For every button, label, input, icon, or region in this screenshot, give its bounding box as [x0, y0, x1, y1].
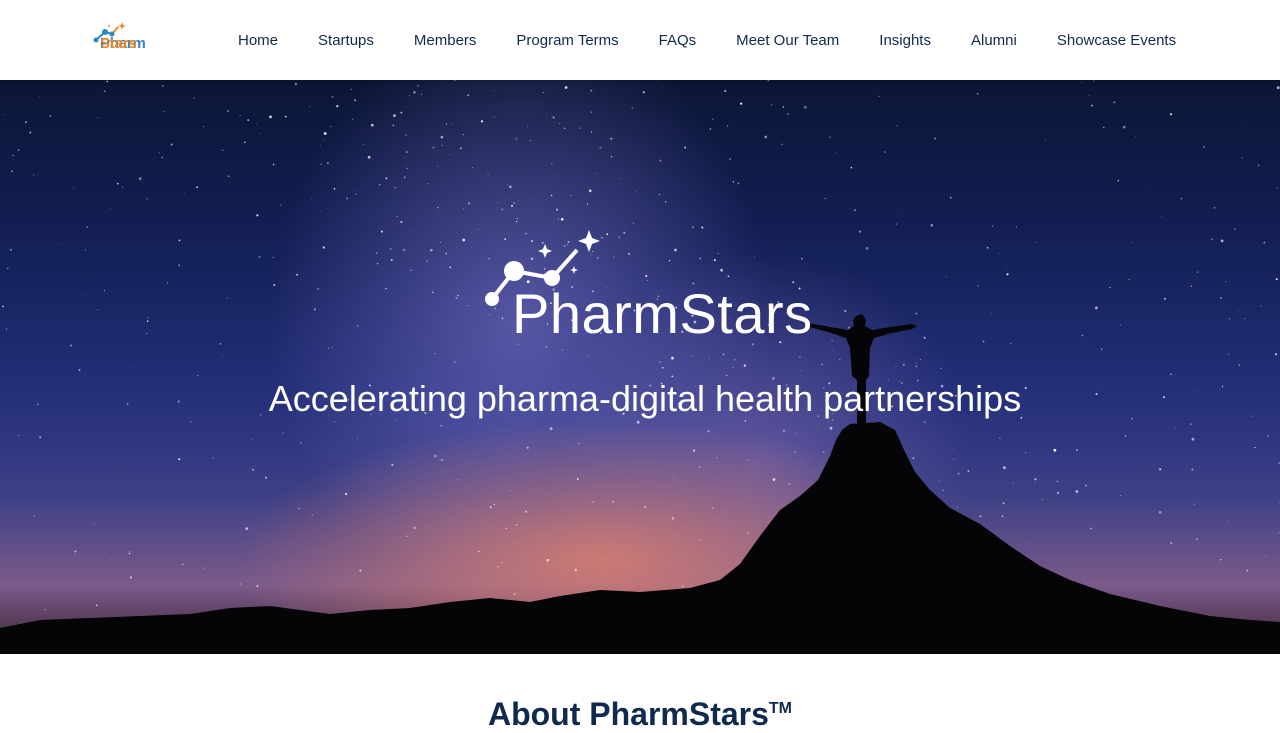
nav-program-terms[interactable]: Program Terms: [496, 32, 638, 49]
nav-members[interactable]: Members: [394, 32, 497, 49]
main-nav: Home Startups Members Program Terms FAQs…: [218, 0, 1196, 80]
nav-meet-our-team[interactable]: Meet Our Team: [716, 32, 859, 49]
site-header: Pharm Stars Home Startups Members Program…: [0, 0, 1280, 80]
nav-insights[interactable]: Insights: [859, 32, 951, 49]
nav-startups[interactable]: Startups: [298, 32, 394, 49]
about-heading-text: About PharmStars: [487, 696, 769, 732]
nav-home[interactable]: Home: [218, 32, 298, 49]
about-heading: About PharmStarsTM: [0, 696, 1280, 733]
nav-faqs[interactable]: FAQs: [639, 32, 717, 49]
site-logo[interactable]: Pharm Stars: [92, 20, 184, 54]
logo-wordmark: Pharm Stars: [100, 35, 146, 52]
trademark-symbol: TM: [768, 700, 793, 717]
nav-alumni[interactable]: Alumni: [951, 32, 1037, 49]
nav-showcase-events[interactable]: Showcase Events: [1037, 32, 1196, 49]
